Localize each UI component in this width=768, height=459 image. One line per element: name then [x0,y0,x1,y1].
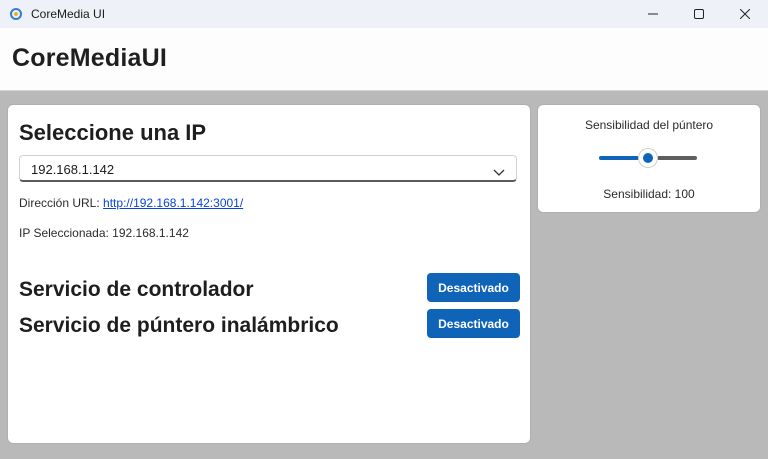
controller-service-toggle-button[interactable]: Desactivado [427,273,520,302]
app-window: CoreMedia UI CoreMediaUI Seleccione una … [0,0,768,459]
close-button[interactable] [722,0,768,28]
minimize-icon [648,13,658,15]
wireless-pointer-service-label: Servicio de púntero inalámbrico [19,314,339,337]
ip-section-title: Seleccione una IP [19,120,207,145]
app-logo-icon [9,7,23,21]
sensitivity-slider[interactable] [599,149,697,167]
app-header: CoreMediaUI [0,28,768,91]
slider-track-rest [657,156,697,160]
selected-ip-text: IP Seleccionada: 192.168.1.142 [19,226,189,240]
sensitivity-card: Sensibilidad del púntero Sensibilidad: 1… [538,105,760,212]
sensitivity-value-text: Sensibilidad: 100 [603,187,695,201]
url-link[interactable]: http://192.168.1.142:3001/ [103,196,243,210]
window-controls [630,0,768,28]
ip-settings-card: Seleccione una IP 192.168.1.142 Direcció… [8,105,530,443]
close-icon [740,9,750,19]
wireless-pointer-service-toggle-button[interactable]: Desactivado [427,309,520,338]
maximize-button[interactable] [676,0,722,28]
slider-track-fill [599,156,639,160]
url-line: Dirección URL: http://192.168.1.142:3001… [19,196,243,210]
page-title: CoreMediaUI [12,44,168,72]
url-label: Dirección URL: [19,196,100,210]
ip-select-value: 192.168.1.142 [31,162,115,177]
title-bar[interactable]: CoreMedia UI [0,0,768,28]
controller-service-label: Servicio de controlador [19,278,254,301]
window-title: CoreMedia UI [31,7,106,21]
minimize-button[interactable] [630,0,676,28]
slider-thumb[interactable] [639,149,657,167]
slider-thumb-center [643,153,653,163]
chevron-down-icon [493,164,505,182]
maximize-icon [694,9,704,19]
ip-select-dropdown[interactable]: 192.168.1.142 [19,155,517,182]
sensitivity-title: Sensibilidad del púntero [584,118,714,132]
